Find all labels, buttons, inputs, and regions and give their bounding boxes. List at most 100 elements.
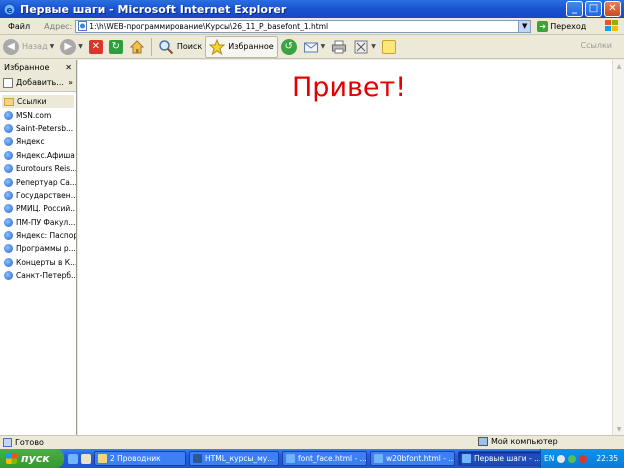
back-dropdown-icon[interactable]: ▼ [50,43,55,50]
favorites-item[interactable]: Яндекс [0,135,76,148]
ie-page-icon [4,177,13,187]
favorites-item[interactable]: MSN.com [0,108,76,121]
ie-page-icon [4,110,13,120]
internet-explorer-icon: e [3,3,16,16]
ie-page-icon [4,244,13,254]
tray-network-icon[interactable] [568,454,577,463]
folder-icon [4,97,14,106]
favorites-item-label: Репертуар Са... [16,177,76,187]
favorites-item[interactable]: Репертуар Са... [0,175,76,188]
address-url: 1:\h\WEB-программирование\Курсы\26_11_P_… [89,21,329,31]
search-icon [159,39,174,54]
favorites-item-label: Санкт-Петерб... [16,271,76,281]
back-button[interactable]: ◀ Назад ▼ [0,36,57,58]
favorites-item[interactable]: Программы р... [0,242,76,255]
forward-dropdown-icon[interactable]: ▼ [78,43,83,50]
edit-page-icon [354,40,368,53]
taskbar-button[interactable]: 2 Проводник [94,451,186,466]
quick-launch-ie-icon[interactable] [68,453,78,464]
mail-dropdown-icon[interactable]: ▼ [321,43,326,50]
edit-dropdown-icon[interactable]: ▼ [371,43,376,50]
links-button[interactable]: Ссылки [581,41,612,50]
zone-label: Мой компьютер [491,437,558,446]
edit-button[interactable]: ▼ [350,36,379,58]
refresh-button[interactable]: ↻ [106,36,126,58]
title-bar[interactable]: e Первые шаги - Microsoft Internet Explo… [0,0,624,18]
close-button[interactable]: ✕ [604,1,621,17]
ie-page-icon [4,164,13,174]
taskbar-button[interactable]: w20bfont.html - ... [370,451,455,466]
favorites-item[interactable]: ПМ-ПУ Факул... [0,216,76,229]
quick-launch [68,453,91,464]
tray-help-icon[interactable] [557,454,566,463]
messenger-button[interactable] [379,36,399,58]
ie-page-icon [4,123,13,133]
favorites-label: Избранное [228,42,274,51]
more-chevron-icon[interactable]: » [68,78,73,87]
security-zone: Мой компьютер [478,437,558,446]
scroll-up-icon[interactable]: ▲ [614,61,624,71]
favorites-item[interactable]: Концерты в К... [0,256,76,269]
favorites-item[interactable]: Яндекс: Паспорт [0,229,76,242]
home-button[interactable] [126,36,148,58]
history-button[interactable]: ↺ [278,36,300,58]
taskbar-button[interactable]: HTML_курсы_му... [189,451,279,466]
menu-file[interactable]: Файл [0,22,38,31]
taskbar: пуск 2 Проводник HTML_курсы_му... font_f… [0,449,624,468]
page-heading: Привет! [292,72,407,103]
mail-button[interactable]: ▼ [300,36,329,58]
favorites-item[interactable]: Eurotours Reis... [0,162,76,175]
address-dropdown-icon[interactable]: ▼ [518,20,531,32]
taskbar-button-label: font_face.html - ... [298,454,367,463]
language-indicator[interactable]: EN [544,454,554,463]
maximize-button[interactable]: □ [585,1,602,17]
favorites-item-label: Ссылки [17,97,47,107]
ie-page-icon [4,217,13,227]
start-label: пуск [21,452,50,465]
close-panel-icon[interactable]: ✕ [65,63,72,72]
mail-icon [303,42,318,52]
favorites-item[interactable]: Государствен... [0,189,76,202]
window-title: Первые шаги - Microsoft Internet Explore… [20,2,287,16]
back-arrow-icon: ◀ [3,38,19,55]
history-icon: ↺ [280,38,297,55]
favorites-item[interactable]: Ссылки [2,95,74,109]
ie-page-icon [462,454,471,463]
stop-icon: ✕ [88,39,103,54]
go-arrow-icon: ➜ [537,20,549,32]
favorites-add-button[interactable]: Добавить... » [0,74,76,92]
stop-button[interactable]: ✕ [86,36,106,58]
favorites-item-label: РМИЦ. Россий... [16,204,76,214]
ie-page-icon [286,454,295,463]
search-button[interactable]: Поиск [155,36,205,58]
favorites-item[interactable]: Saint-Petersb... [0,122,76,135]
address-input[interactable]: 1:\h\WEB-программирование\Курсы\26_11_P_… [75,19,532,33]
quick-launch-desktop-icon[interactable] [81,453,91,464]
favorites-item-label: Яндекс.Афиша [16,150,75,160]
favorites-item[interactable]: Яндекс.Афиша [0,149,76,162]
print-button[interactable] [328,36,350,58]
status-bar: Готово Мой компьютер [0,435,624,449]
taskbar-button-active[interactable]: Первые шаги - ... [458,451,543,466]
favorites-item[interactable]: РМИЦ. Россий... [0,202,76,215]
minimize-button[interactable]: _ [566,1,583,17]
favorites-item-label: Saint-Petersb... [16,123,74,133]
add-favorite-label: Добавить... [16,78,64,87]
start-button[interactable]: пуск [0,449,64,468]
forward-arrow-icon: ▶ [60,38,77,55]
ie-page-icon [4,150,13,160]
toolbar-separator [150,37,152,56]
note-icon [381,39,396,54]
ie-page-icon [4,137,13,147]
favorites-panel-title: Избранное [4,62,50,72]
scroll-down-icon[interactable]: ▼ [614,424,624,434]
taskbar-button[interactable]: font_face.html - ... [282,451,367,466]
word-icon [193,454,202,463]
address-label: Адрес: [44,21,73,31]
go-button[interactable]: ➜ Переход [537,20,586,32]
vertical-scrollbar[interactable]: ▲ ▼ [612,60,624,435]
forward-button[interactable]: ▶ ▼ [57,36,86,58]
tray-antivirus-icon[interactable] [579,454,588,463]
favorites-button[interactable]: Избранное [205,35,278,58]
favorites-item[interactable]: Санкт-Петерб... [0,269,76,282]
